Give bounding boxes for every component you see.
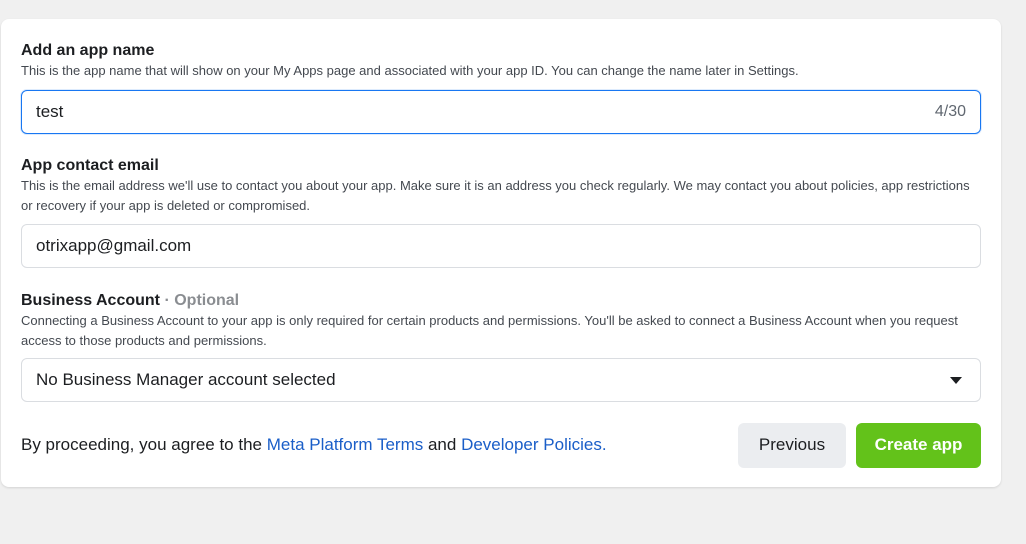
terms-text: By proceeding, you agree to the Meta Pla… [21,435,738,455]
contact-email-field[interactable] [21,224,981,268]
create-app-button[interactable]: Create app [856,422,981,468]
contact-email-section: App contact email This is the email addr… [21,156,981,216]
contact-email-description: This is the email address we'll use to c… [21,178,970,213]
app-name-field[interactable]: 4/30 [21,90,981,134]
business-account-select[interactable]: No Business Manager account selected [21,358,981,402]
caret-down-icon [950,376,962,384]
developer-policies-link[interactable]: Developer Policies. [461,435,607,454]
form-footer: By proceeding, you agree to the Meta Pla… [21,422,981,468]
business-account-description: Connecting a Business Account to your ap… [21,313,958,348]
optional-tag: · Optional [164,292,240,309]
app-name-input[interactable] [36,102,935,122]
contact-email-label: App contact email [21,157,159,174]
app-name-label: Add an app name [21,42,155,59]
business-account-section: Business Account · Optional Connecting a… [21,291,981,351]
terms-and: and [423,435,462,454]
business-account-label-row: Business Account · Optional [21,291,981,311]
previous-button[interactable]: Previous [738,422,846,468]
contact-email-input[interactable] [36,236,966,256]
terms-prefix: By proceeding, you agree to the [21,435,267,454]
create-app-card: Add an app name This is the app name tha… [1,19,1001,487]
business-account-label: Business Account [21,292,160,309]
business-account-selected-value: No Business Manager account selected [36,370,336,389]
meta-platform-terms-link[interactable]: Meta Platform Terms [267,435,424,454]
app-name-description: This is the app name that will show on y… [21,63,799,78]
app-name-section: Add an app name This is the app name tha… [21,41,981,81]
app-name-char-counter: 4/30 [934,103,966,120]
